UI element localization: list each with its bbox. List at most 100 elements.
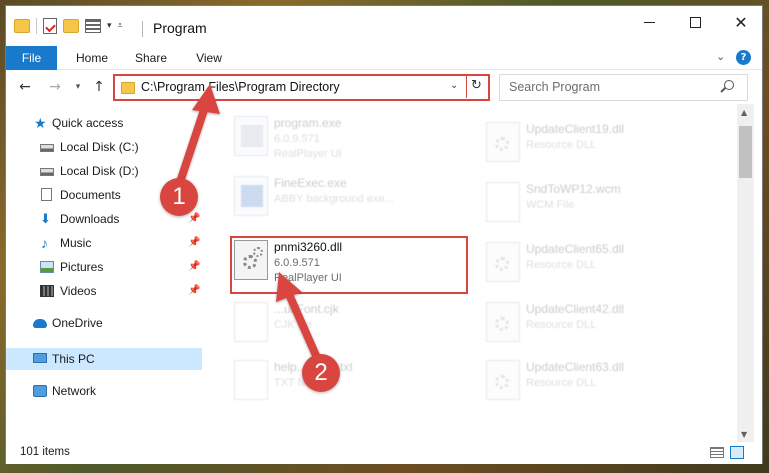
file-icon xyxy=(234,302,268,342)
pin-icon[interactable]: 📌 xyxy=(188,280,200,302)
help-icon[interactable]: ? xyxy=(736,50,751,65)
dll-file-icon xyxy=(486,242,520,282)
pin-icon[interactable]: 📌 xyxy=(188,232,200,254)
up-arrow-icon[interactable]: ↑ xyxy=(88,76,110,98)
sidebar-item-network[interactable]: Network xyxy=(6,380,202,402)
cloud-icon xyxy=(33,319,47,328)
sidebar-item-local-disk-c[interactable]: Local Disk (C:) xyxy=(6,136,202,158)
scroll-up-icon[interactable]: ▲ xyxy=(741,108,747,117)
address-bar[interactable]: C:\Program Files\Program Directory ⌄ ↻ xyxy=(113,74,490,101)
disk-icon xyxy=(40,168,54,176)
quick-access-toolbar: ▾ ⩡ xyxy=(14,18,123,34)
sidebar-item-label: Network xyxy=(52,384,97,398)
sidebar-item-quick-access[interactable]: ★ Quick access xyxy=(6,112,202,134)
tab-view[interactable]: View xyxy=(190,46,228,70)
folder-icon xyxy=(14,19,30,33)
back-arrow-icon[interactable]: ← xyxy=(14,76,36,98)
scrollbar-thumb[interactable] xyxy=(739,126,752,178)
dll-file-icon xyxy=(486,122,520,162)
sidebar-item-label: Downloads xyxy=(60,212,120,226)
close-icon: ✕ xyxy=(734,12,748,32)
file-item-updateclient65[interactable]: UpdateClient65.dll Resource DLL xyxy=(478,238,718,288)
file-name: UpdateClient42.dll xyxy=(526,302,625,316)
properties-icon[interactable] xyxy=(43,18,57,34)
customize-toolbar-icon[interactable]: ⩡ xyxy=(118,21,123,31)
file-description: Resource DLL xyxy=(526,319,597,331)
vertical-scrollbar[interactable]: ▲ ▼ xyxy=(737,104,754,442)
tab-file[interactable]: File xyxy=(6,46,57,70)
tab-share[interactable]: Share xyxy=(130,46,172,70)
sidebar-item-pictures[interactable]: Pictures 📌 xyxy=(6,256,202,278)
file-item-updateclient63[interactable]: UpdateClient63.dll Resource DLL xyxy=(478,356,718,406)
search-icon[interactable] xyxy=(724,80,734,90)
document-icon xyxy=(41,188,52,201)
network-icon xyxy=(33,385,47,397)
file-item-fineexec-exe[interactable]: FineExec.exe ABBY background exe... xyxy=(226,172,466,222)
folder-icon xyxy=(121,82,135,94)
sidebar-item-label: Pictures xyxy=(60,260,104,274)
file-version: 6.0.9.571 xyxy=(274,133,320,145)
file-version: 6.0.9.571 xyxy=(274,257,320,269)
file-item-updateclient19[interactable]: UpdateClient19.dll Resource DLL xyxy=(478,118,718,168)
recent-locations-icon[interactable]: ▾ xyxy=(72,76,84,98)
search-box[interactable]: Search Program xyxy=(499,74,748,101)
close-button[interactable]: ✕ xyxy=(718,6,764,38)
file-name: ...ultFont.cjk xyxy=(274,302,339,316)
file-description: Resource DLL xyxy=(526,139,597,151)
expand-ribbon-icon[interactable]: ⌄ xyxy=(716,50,725,63)
sidebar-item-onedrive[interactable]: OneDrive xyxy=(6,312,202,334)
minimize-button[interactable] xyxy=(626,6,672,38)
file-icon xyxy=(234,360,268,400)
sidebar-item-videos[interactable]: Videos 📌 xyxy=(6,280,202,302)
address-dropdown-icon[interactable]: ⌄ xyxy=(450,80,458,91)
search-input[interactable]: Search Program xyxy=(509,80,600,94)
file-name: FineExec.exe xyxy=(274,176,347,190)
dll-file-icon xyxy=(486,302,520,342)
status-bar: 101 items xyxy=(6,442,762,464)
file-item-sndtowp12[interactable]: SndToWP12.wcm WCM File xyxy=(478,178,718,228)
new-folder-icon[interactable] xyxy=(63,19,79,33)
application-icon xyxy=(234,176,268,216)
file-name: program.exe xyxy=(274,116,342,130)
file-name: pnmi3260.dll xyxy=(274,240,343,254)
sidebar-item-label: Music xyxy=(60,236,92,250)
callout-2: 2 xyxy=(302,354,340,392)
details-view-icon[interactable] xyxy=(710,447,724,458)
file-item-cjk[interactable]: ...ultFont.cjk CJK file xyxy=(226,298,466,348)
title-bar: ▾ ⩡ Program ✕ xyxy=(6,6,762,46)
file-item-program-exe[interactable]: program.exe 6.0.9.571 RealPlayer UI xyxy=(226,112,466,162)
sidebar-item-label: Quick access xyxy=(52,116,124,130)
navigation-bar: ← → ▾ ↑ C:\Program Files\Program Directo… xyxy=(6,70,762,104)
sidebar-item-label: Local Disk (C:) xyxy=(60,140,139,154)
file-description: Resource DLL xyxy=(526,259,597,271)
pin-icon[interactable]: 📌 xyxy=(188,256,200,278)
file-description: CJK file xyxy=(274,319,312,331)
video-icon xyxy=(40,285,54,297)
refresh-icon[interactable]: ↻ xyxy=(471,78,482,93)
dll-file-icon xyxy=(486,360,520,400)
address-path[interactable]: C:\Program Files\Program Directory xyxy=(141,80,340,94)
file-name: UpdateClient19.dll xyxy=(526,122,625,136)
view-options-icon[interactable] xyxy=(85,19,101,33)
disk-icon xyxy=(40,144,54,152)
dll-file-icon xyxy=(234,240,268,280)
scroll-down-icon[interactable]: ▼ xyxy=(741,430,747,439)
file-item-pnmi3260-dll[interactable]: pnmi3260.dll 6.0.9.571 RealPlayer UI xyxy=(226,236,466,286)
maximize-button[interactable] xyxy=(672,6,718,38)
sidebar-item-label: Local Disk (D:) xyxy=(60,164,139,178)
file-item-txt[interactable]: help...eader.txt TXT file xyxy=(226,356,466,406)
pictures-icon xyxy=(40,261,54,273)
sidebar-item-this-pc[interactable]: This PC xyxy=(6,348,202,370)
file-item-updateclient42[interactable]: UpdateClient42.dll Resource DLL xyxy=(478,298,718,348)
file-description: ABBY background exe... xyxy=(274,193,394,205)
toolbar-divider xyxy=(36,18,37,34)
explorer-window: ▾ ⩡ Program ✕ File Home Share View ⌄ ? ←… xyxy=(5,5,763,464)
file-description: Resource DLL xyxy=(526,377,597,389)
tab-home[interactable]: Home xyxy=(68,46,116,70)
sidebar-item-label: Videos xyxy=(60,284,97,298)
forward-arrow-icon[interactable]: → xyxy=(44,76,66,98)
sidebar-item-music[interactable]: ♪ Music 📌 xyxy=(6,232,202,254)
file-list: program.exe 6.0.9.571 RealPlayer UI Fine… xyxy=(206,104,736,442)
tiles-view-icon[interactable] xyxy=(730,446,744,459)
toolbar-dropdown-icon[interactable]: ▾ xyxy=(107,21,112,31)
